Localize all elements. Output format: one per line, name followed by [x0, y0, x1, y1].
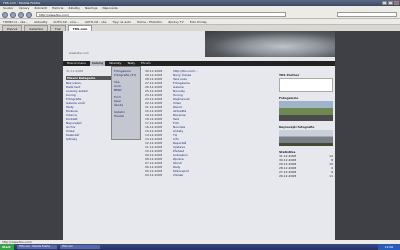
gallery-photo[interactable] — [279, 101, 333, 121]
site-top-menu: Hlavní menu Katalog Novinky Testy Fórum — [63, 61, 335, 66]
left-heading: Hlavní Kategorie — [66, 76, 112, 80]
news-date: 04.12.2008 — [145, 173, 163, 177]
taskbar-item[interactable]: TKS.com — [60, 245, 100, 249]
close-button[interactable] — [394, 1, 399, 5]
news-row[interactable]: 04.12.2008 Článek — [145, 173, 275, 177]
current-date: 31.12.2008 — [66, 69, 84, 73]
stat-date: 26.12.2008 — [279, 174, 297, 178]
system-clock: 12:00 — [378, 244, 400, 250]
bookmark-item[interactable]: TOMKY.cz - vše... — [3, 19, 28, 24]
home-icon[interactable] — [26, 11, 32, 18]
window-controls — [382, 1, 399, 5]
start-button[interactable]: Start — [0, 244, 14, 250]
reload-icon[interactable] — [18, 11, 24, 18]
os-taskbar: Start TKS.com - Mozilla Firefox TKS.com … — [0, 244, 400, 250]
bookmark-item[interactable]: AUTO.CZ - vše — [85, 19, 107, 24]
bookmark-item[interactable]: Home - Photofon — [137, 19, 162, 24]
taskbar-item[interactable]: TKS.com - Mozilla Firefox — [17, 245, 57, 249]
right-sidebar: TKS Partner Fotogalerie Nejnovější fotog… — [277, 67, 335, 240]
topmenu-forum[interactable]: Fórum — [139, 61, 153, 66]
dropdown-item[interactable]: Fotografie (37) — [114, 73, 138, 77]
window-title: TKS.com - Mozilla Firefox — [3, 1, 41, 5]
web-page: www.tks.com Hlavní menu Katalog Novinky … — [63, 31, 335, 240]
left-sidebar: 31.12.2008 Hlavní Kategorie Bez názvu Dal… — [63, 67, 115, 240]
partner-box[interactable] — [279, 78, 333, 92]
site-logo[interactable]: www.tks.com — [69, 51, 89, 55]
stat-count: 11 — [329, 174, 333, 178]
topmenu-catalog[interactable]: Katalog — [89, 61, 106, 66]
header-car-image — [205, 31, 335, 57]
catalog-dropdown: Fotogalerie Fotografie (37) Vše Audi BMW Ford… — [111, 66, 141, 140]
newest-photo-title: Nejnovější fotografie — [279, 125, 315, 129]
bookmark-item[interactable]: Aktuality — [34, 19, 47, 24]
minimize-button[interactable] — [382, 1, 387, 5]
bookmark-item[interactable]: Tipy na auto — [112, 19, 131, 24]
bookmark-item[interactable]: AUTO.CZ - více... — [53, 19, 78, 24]
newest-photo[interactable] — [279, 130, 333, 146]
stat-row: 26.12.2008 11 — [279, 174, 333, 178]
address-bar[interactable]: http://www.tks.com/ — [36, 12, 286, 17]
news-title[interactable]: Článek — [173, 173, 183, 177]
gallery-title: Fotogalerie — [279, 96, 299, 100]
navigation-toolbar: http://www.tks.com/ — [0, 11, 400, 19]
topmenu-main[interactable]: Hlavní menu — [65, 61, 88, 66]
maximize-button[interactable] — [388, 1, 393, 5]
news-list: 30.12.2008 http://tks.com/... 29.12.2008 No… — [141, 69, 275, 240]
back-icon[interactable] — [2, 11, 8, 18]
partner-title: TKS Partner — [279, 73, 300, 77]
bookmark-item[interactable]: Zpravy TV — [168, 19, 183, 24]
bookmark-item[interactable]: Foto Prodej — [190, 19, 207, 24]
search-input[interactable] — [337, 12, 397, 17]
page-viewport: www.tks.com Hlavní menu Katalog Novinky … — [0, 31, 400, 240]
forward-icon[interactable] — [10, 11, 16, 18]
dropdown-item[interactable]: Hledat — [114, 114, 138, 118]
left-link[interactable]: Odkazy — [66, 137, 112, 141]
